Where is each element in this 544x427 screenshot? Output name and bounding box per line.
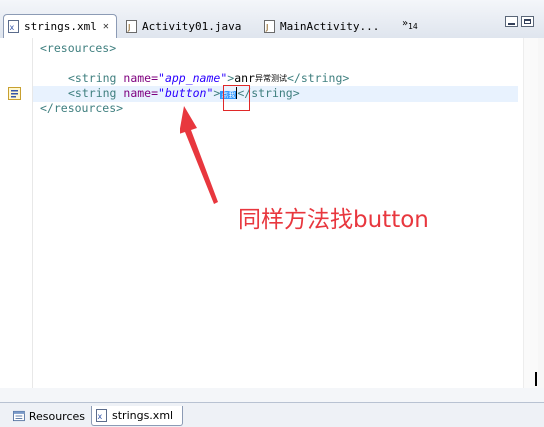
svg-text:J: J bbox=[265, 23, 268, 32]
vertical-scrollbar[interactable] bbox=[523, 38, 538, 388]
tag-end: </string> bbox=[286, 71, 350, 85]
svg-text:J: J bbox=[127, 23, 130, 32]
tab-label: strings.xml bbox=[112, 409, 174, 422]
tab-label: MainActivity... bbox=[280, 19, 380, 33]
tab-activity01-java[interactable]: J Activity01.java bbox=[122, 14, 252, 38]
overflow-count: 14 bbox=[408, 22, 418, 31]
code-line: <string name="button">点我 </string> bbox=[68, 86, 300, 101]
code-line: </resources> bbox=[40, 101, 124, 115]
tab-mainactivity[interactable]: J MainActivity... bbox=[260, 14, 390, 38]
string-text-cjk: 异常测试 bbox=[254, 74, 287, 83]
tab-resources[interactable]: Resources bbox=[9, 406, 89, 426]
tab-strings-xml[interactable]: x strings.xml ✕ bbox=[3, 14, 117, 38]
minimize-icon bbox=[508, 23, 515, 25]
close-icon[interactable]: ✕ bbox=[103, 21, 109, 32]
scroll-cursor-marker bbox=[535, 372, 537, 386]
svg-text:x: x bbox=[98, 412, 103, 421]
minimize-button[interactable] bbox=[505, 16, 518, 27]
xml-file-icon: x bbox=[96, 409, 107, 422]
tag-open: <string bbox=[68, 71, 124, 85]
highlight-box bbox=[223, 85, 250, 111]
tab-label: Resources bbox=[28, 409, 85, 423]
editor-bottom-strip bbox=[0, 388, 544, 402]
tab-overflow-button[interactable]: »14 bbox=[402, 18, 418, 31]
bottom-tab-bar: Resources x strings.xml bbox=[0, 402, 544, 427]
tab-label: strings.xml bbox=[24, 20, 97, 33]
java-file-icon: J bbox=[264, 19, 275, 33]
code-line: <resources> bbox=[40, 41, 117, 55]
annotation-text: 同样方法找button bbox=[238, 207, 429, 233]
attribute-value: "app_name" bbox=[158, 71, 228, 85]
svg-text:x: x bbox=[10, 23, 15, 32]
tab-label: Activity01.java bbox=[142, 19, 242, 33]
code-line: <string name="app_name">anr异常测试</string> bbox=[68, 71, 349, 86]
java-file-icon: J bbox=[126, 19, 137, 33]
overview-ruler[interactable] bbox=[538, 38, 544, 388]
editor-tab-bar: x strings.xml ✕ J Activity01.java J Main… bbox=[0, 0, 544, 39]
tab-strings-xml-source[interactable]: x strings.xml bbox=[91, 406, 183, 426]
annotation-arrow bbox=[180, 106, 218, 204]
resources-icon bbox=[13, 410, 25, 422]
quick-fix-icon[interactable] bbox=[8, 87, 21, 100]
attribute-name: name= bbox=[123, 86, 159, 100]
attribute-name: name= bbox=[123, 71, 159, 85]
maximize-button[interactable] bbox=[521, 16, 534, 27]
tag-open: <string bbox=[68, 86, 124, 100]
xml-file-icon: x bbox=[8, 20, 19, 33]
attribute-value: "button" bbox=[158, 86, 214, 100]
maximize-icon bbox=[524, 19, 531, 24]
string-text: anr bbox=[234, 71, 255, 85]
